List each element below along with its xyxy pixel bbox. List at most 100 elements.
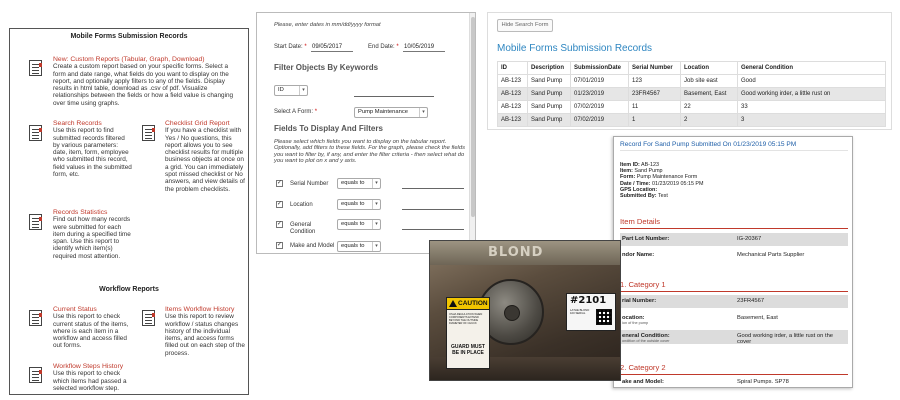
field-operator-condition[interactable]: equals to ▾ bbox=[337, 219, 381, 230]
table-cell: Good bbox=[737, 74, 886, 88]
reports-panel-title: Mobile Forms Submission Records bbox=[70, 33, 188, 40]
table-cell: AB-123 bbox=[497, 113, 528, 127]
caution-banner: CAUTION bbox=[447, 298, 489, 310]
start-date-label: Start Date: * bbox=[274, 44, 307, 50]
items-workflow-history-desc: Use this report to review workflow / sta… bbox=[165, 313, 245, 357]
field-operator-make-model[interactable]: equals to ▾ bbox=[337, 241, 381, 252]
fields-heading: Fields To Display And Filters bbox=[274, 124, 383, 133]
detail-row-serial: rial Number: 23FR4567 bbox=[620, 295, 848, 308]
report-doc-icon bbox=[142, 310, 155, 326]
table-cell: 07/01/2019 bbox=[570, 74, 629, 88]
col-serial-number[interactable]: Serial Number bbox=[628, 61, 681, 75]
chevron-down-icon: ▾ bbox=[419, 108, 427, 117]
table-cell: 07/02/2019 bbox=[570, 100, 629, 114]
col-location[interactable]: Location bbox=[680, 61, 738, 75]
date-format-note: Please, enter dates in mm/dd/yyyy format bbox=[274, 22, 381, 28]
report-workflow-steps-history: Workflow Steps History Use this report t… bbox=[53, 363, 135, 392]
current-status-link[interactable]: Current Status bbox=[53, 306, 135, 313]
hide-search-form-button[interactable]: Hide Search Form bbox=[497, 19, 553, 32]
col-submission-date[interactable]: SubmissionDate bbox=[570, 61, 629, 75]
table-cell: 07/02/2019 bbox=[570, 113, 629, 127]
submissions-table: ID Description SubmissionDate Serial Num… bbox=[497, 61, 886, 127]
checklist-grid-link[interactable]: Checklist Grid Report bbox=[165, 120, 245, 127]
col-description[interactable]: Description bbox=[527, 61, 571, 75]
field-checkbox-condition[interactable]: ✓ bbox=[276, 221, 283, 228]
table-row[interactable]: AB-123 Sand Pump 07/02/2019 1 2 3 bbox=[497, 113, 886, 127]
table-cell: Sand Pump bbox=[527, 113, 571, 127]
items-workflow-history-link[interactable]: Items Workflow History bbox=[165, 306, 247, 313]
keyword-field-select[interactable]: ID ▾ bbox=[274, 85, 308, 96]
report-search: Search Records Use this report to find s… bbox=[53, 120, 133, 178]
field-label-condition: General Condition bbox=[290, 222, 316, 235]
table-cell: Sand Pump bbox=[527, 100, 571, 114]
asset-info: LATHE BLOND 100 SERIAL bbox=[570, 308, 590, 316]
report-doc-icon bbox=[142, 125, 155, 141]
detail-row-make-model: ake and Model: Spiral Pumps. SP78 bbox=[622, 379, 789, 385]
table-cell: 01/23/2019 bbox=[570, 87, 629, 101]
report-current-status: Current Status Use this report to check … bbox=[53, 306, 135, 350]
warning-triangle-icon bbox=[449, 300, 457, 307]
table-cell: AB-123 bbox=[497, 100, 528, 114]
field-value-location[interactable] bbox=[402, 209, 464, 210]
current-status-desc: Use this report to check current status … bbox=[53, 313, 129, 350]
divider bbox=[620, 150, 848, 151]
submissions-panel: Hide Search Form Mobile Forms Submission… bbox=[487, 12, 892, 130]
table-row[interactable]: AB-123 Sand Pump 01/23/2019 23FR4567 Bas… bbox=[497, 87, 886, 101]
equipment-photo: BLOND CAUTION OSHA REGULATION WHEN COMPO… bbox=[429, 240, 621, 381]
table-cell: 2 bbox=[680, 113, 738, 127]
detail-row-part-lot: Part Lot Number: IG-20367 bbox=[620, 233, 848, 246]
select-form-label: Select A Form: * bbox=[274, 109, 318, 115]
search-records-link[interactable]: Search Records bbox=[53, 120, 133, 127]
chevron-down-icon: ▾ bbox=[372, 200, 380, 209]
scrollbar-thumb[interactable] bbox=[471, 17, 475, 217]
workflow-steps-history-link[interactable]: Workflow Steps History bbox=[53, 363, 135, 370]
form-select[interactable]: Pump Maintenance ▾ bbox=[354, 107, 428, 118]
caution-label: CAUTION OSHA REGULATION WHEN COMPONENTS … bbox=[446, 297, 490, 369]
detail-row-condition: eneral Condition: ondition of the outside… bbox=[620, 330, 848, 345]
report-doc-icon bbox=[29, 367, 42, 383]
field-operator-serial[interactable]: equals to ▾ bbox=[337, 178, 381, 189]
start-date-input[interactable]: 09/05/2017 bbox=[311, 43, 353, 52]
report-statistics: Records Statistics Find out how many rec… bbox=[53, 209, 133, 260]
asset-tag: #2101 LATHE BLOND 100 SERIAL bbox=[566, 293, 616, 331]
report-doc-icon bbox=[29, 214, 42, 230]
filter-form-panel: Please, enter dates in mm/dd/yyyy format… bbox=[256, 12, 476, 254]
chevron-down-icon: ▾ bbox=[372, 220, 380, 229]
search-records-desc: Use this report to find submitted record… bbox=[53, 127, 132, 179]
section-category-1: 1. Category 1 bbox=[620, 280, 666, 289]
col-general-condition[interactable]: General Condition bbox=[737, 61, 886, 75]
section-item-details: Item Details bbox=[620, 217, 661, 226]
table-cell: 3 bbox=[737, 113, 886, 127]
field-value-serial[interactable] bbox=[402, 188, 464, 189]
records-statistics-link[interactable]: Records Statistics bbox=[53, 209, 133, 216]
custom-reports-link[interactable]: New: Custom Reports (Tabular, Graph, Dow… bbox=[53, 56, 241, 63]
table-cell: 11 bbox=[628, 100, 681, 114]
col-id[interactable]: ID bbox=[497, 61, 528, 75]
caution-word: CAUTION bbox=[458, 300, 488, 307]
section-divider bbox=[620, 291, 848, 292]
detail-row-vendor: ndor Name: Mechanical Parts Supplier bbox=[622, 252, 805, 258]
section-category-2: 2. Category 2 bbox=[620, 363, 666, 372]
end-date-input[interactable]: 10/05/2019 bbox=[403, 43, 445, 52]
field-value-condition[interactable] bbox=[402, 229, 464, 230]
keyword-text-input[interactable] bbox=[354, 96, 434, 97]
field-checkbox-make-model[interactable]: ✓ bbox=[276, 242, 283, 249]
section-divider bbox=[620, 228, 848, 229]
table-header-row: ID Description SubmissionDate Serial Num… bbox=[497, 61, 886, 75]
field-checkbox-location[interactable]: ✓ bbox=[276, 201, 283, 208]
filter-form-scrollbar[interactable] bbox=[469, 13, 475, 253]
records-statistics-desc: Find out how many records were submitted… bbox=[53, 216, 131, 260]
chevron-down-icon: ▾ bbox=[372, 179, 380, 188]
field-label-location: Location bbox=[290, 202, 313, 208]
table-row[interactable]: AB-123 Sand Pump 07/02/2019 11 22 33 bbox=[497, 100, 886, 114]
machine-brand-plate: BLOND bbox=[488, 245, 544, 260]
field-checkbox-serial[interactable]: ✓ bbox=[276, 180, 283, 187]
table-row[interactable]: AB-123 Sand Pump 07/01/2019 123 Job site… bbox=[497, 74, 886, 88]
report-doc-icon bbox=[29, 60, 42, 76]
field-operator-location[interactable]: equals to ▾ bbox=[337, 199, 381, 210]
table-cell: Basement, East bbox=[680, 87, 738, 101]
checklist-grid-desc: If you have a checklist with Yes / No qu… bbox=[165, 127, 245, 193]
table-cell: AB-123 bbox=[497, 74, 528, 88]
guard-warning-text: GUARD MUST BE IN PLACE bbox=[451, 344, 485, 356]
table-cell: 123 bbox=[628, 74, 681, 88]
